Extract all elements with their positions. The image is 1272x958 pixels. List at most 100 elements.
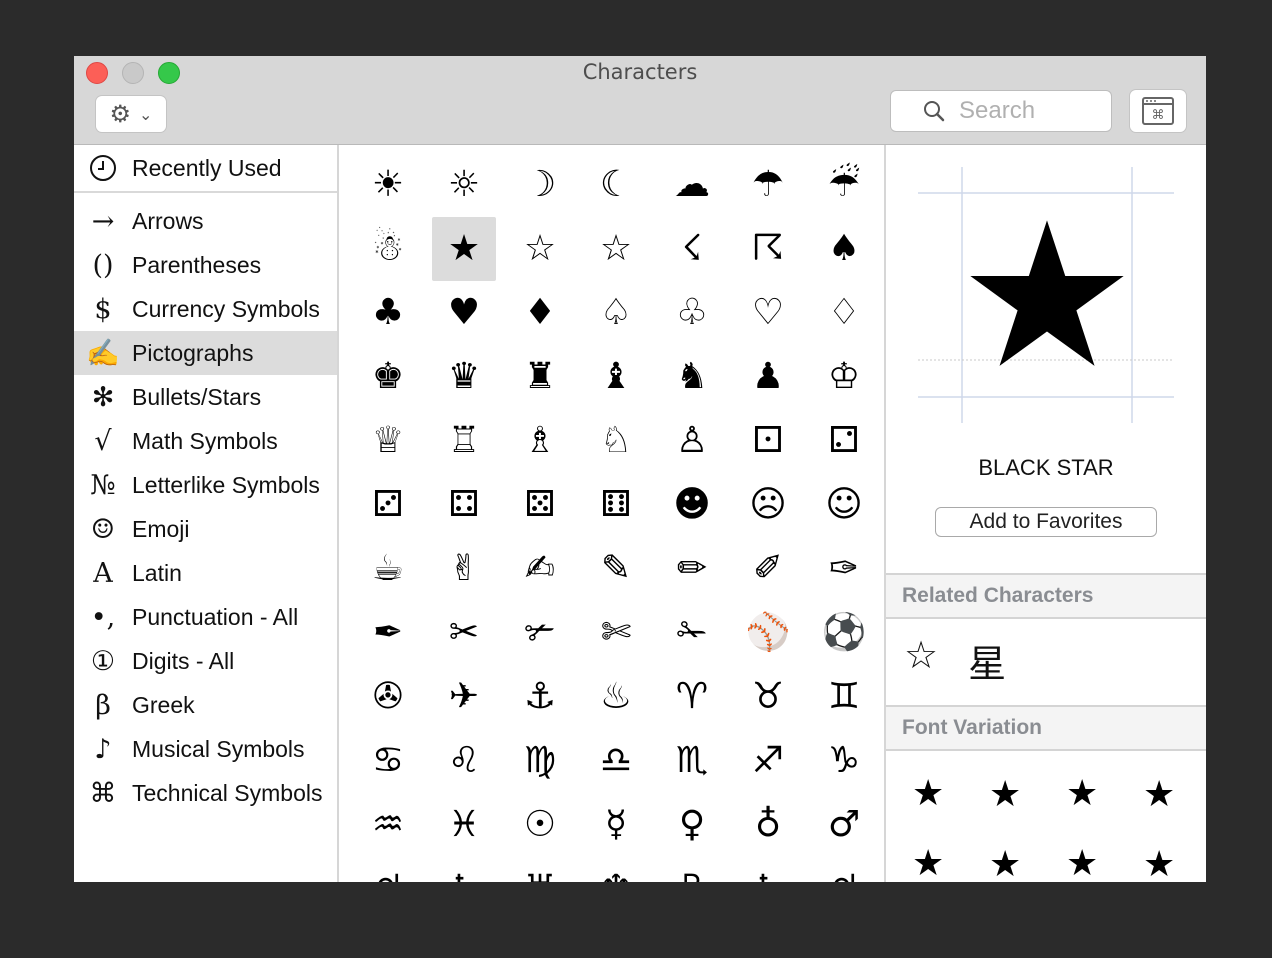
character-cell[interactable]: ♊: [812, 665, 876, 729]
character-cell[interactable]: ♡: [736, 281, 800, 345]
sidebar-item-latin[interactable]: A Latin: [74, 551, 337, 595]
sidebar-item-pictographs[interactable]: ✍ Pictographs: [74, 331, 337, 375]
related-character[interactable]: 星: [968, 633, 1006, 688]
character-cell[interactable]: ⚃: [432, 473, 496, 537]
sidebar-item-digits-all[interactable]: ① Digits - All: [74, 639, 337, 683]
character-cell[interactable]: ♄: [736, 857, 800, 883]
sidebar-item-math-symbols[interactable]: √ Math Symbols: [74, 419, 337, 463]
sidebar-item-emoji[interactable]: ☺ Emoji: [74, 507, 337, 551]
character-cell[interactable]: ☁: [660, 153, 724, 217]
character-cell[interactable]: ♉: [736, 665, 800, 729]
character-cell[interactable]: ♂: [812, 793, 876, 857]
character-cell[interactable]: ♍: [508, 729, 572, 793]
font-variation-glyph[interactable]: ★: [1143, 843, 1206, 882]
character-cell[interactable]: ♖: [432, 409, 496, 473]
character-cell[interactable]: ♦: [508, 281, 572, 345]
character-cell[interactable]: ☃: [356, 217, 420, 281]
sidebar-item-letterlike-symbols[interactable]: № Letterlike Symbols: [74, 463, 337, 507]
character-cell[interactable]: ✍: [508, 537, 572, 601]
character-cell[interactable]: ♥: [432, 281, 496, 345]
search-field[interactable]: [891, 91, 1131, 131]
character-cell[interactable]: ♟: [736, 345, 800, 409]
character-cell[interactable]: ♋: [356, 729, 420, 793]
sidebar-item-recently-used[interactable]: Recently Used: [74, 145, 337, 193]
character-cell[interactable]: ♨: [584, 665, 648, 729]
character-cell[interactable]: ♏: [660, 729, 724, 793]
character-cell[interactable]: ✁: [660, 601, 724, 665]
character-cell[interactable]: ✂: [432, 601, 496, 665]
font-variation-glyph[interactable]: ★: [912, 843, 989, 882]
character-cell[interactable]: ⚾: [736, 601, 800, 665]
sidebar-item-greek[interactable]: β Greek: [74, 683, 337, 727]
character-cell[interactable]: ♛: [432, 345, 496, 409]
character-cell[interactable]: ♅: [508, 857, 572, 883]
font-variation-glyph[interactable]: ★: [1066, 773, 1143, 815]
character-cell[interactable]: ♑: [812, 729, 876, 793]
character-cell[interactable]: ✄: [584, 601, 648, 665]
character-cell[interactable]: ♒: [356, 793, 420, 857]
character-cell[interactable]: ♓: [432, 793, 496, 857]
font-variation-glyph[interactable]: ★: [989, 773, 1066, 815]
character-cell[interactable]: ♝: [584, 345, 648, 409]
character-cell[interactable]: ♞: [660, 345, 724, 409]
character-cell[interactable]: ♁: [736, 793, 800, 857]
related-character[interactable]: ☆: [904, 633, 938, 688]
character-cell[interactable]: ✎: [584, 537, 648, 601]
character-cell[interactable]: ✇: [356, 665, 420, 729]
search-input[interactable]: [957, 96, 1131, 126]
character-cell[interactable]: ♎: [584, 729, 648, 793]
font-variation-glyph[interactable]: ★: [989, 843, 1066, 882]
character-cell[interactable]: ⚂: [356, 473, 420, 537]
character-cell[interactable]: ♐: [736, 729, 800, 793]
character-cell[interactable]: ♄: [432, 857, 496, 883]
character-cell[interactable]: ♆: [584, 857, 648, 883]
character-cell[interactable]: ♙: [660, 409, 724, 473]
character-cell[interactable]: ♤: [584, 281, 648, 345]
character-cell[interactable]: ⚁: [812, 409, 876, 473]
sidebar-item-technical-symbols[interactable]: ⌘ Technical Symbols: [74, 771, 337, 815]
character-cell[interactable]: ☀: [356, 153, 420, 217]
character-cell[interactable]: ⚅: [584, 473, 648, 537]
character-cell[interactable]: ☈: [736, 217, 800, 281]
character-cell[interactable]: ♣: [356, 281, 420, 345]
character-cell[interactable]: ☕: [356, 537, 420, 601]
character-cell[interactable]: ✐: [736, 537, 800, 601]
character-cell[interactable]: ✒: [356, 601, 420, 665]
sidebar-item-currency-symbols[interactable]: $ Currency Symbols: [74, 287, 337, 331]
action-menu-button[interactable]: ⚙ ⌄: [96, 96, 166, 132]
character-cell[interactable]: ☆: [584, 217, 648, 281]
sidebar-item-bullets-stars[interactable]: ✻ Bullets/Stars: [74, 375, 337, 419]
character-cell[interactable]: ♜: [508, 345, 572, 409]
character-cell[interactable]: ☾: [584, 153, 648, 217]
character-cell[interactable]: ✏: [660, 537, 724, 601]
character-cell[interactable]: ☉: [508, 793, 572, 857]
character-cell[interactable]: ☺: [812, 473, 876, 537]
character-cell[interactable]: ✑: [812, 537, 876, 601]
character-cell[interactable]: ☽: [508, 153, 572, 217]
keyboard-viewer-button[interactable]: ⌘: [1130, 90, 1186, 132]
character-cell[interactable]: ✃: [508, 601, 572, 665]
character-cell[interactable]: ♕: [356, 409, 420, 473]
character-cell[interactable]: ♃: [356, 857, 420, 883]
character-cell[interactable]: ♈: [660, 665, 724, 729]
add-to-favorites-button[interactable]: Add to Favorites: [935, 507, 1157, 537]
sidebar-item-parentheses[interactable]: () Parentheses: [74, 243, 337, 287]
character-cell[interactable]: ♇: [660, 857, 724, 883]
character-cell[interactable]: ⚓: [508, 665, 572, 729]
character-cell[interactable]: ♢: [812, 281, 876, 345]
character-cell[interactable]: ☇: [660, 217, 724, 281]
character-cell[interactable]: ☻: [660, 473, 724, 537]
character-cell[interactable]: ⚀: [736, 409, 800, 473]
character-cell[interactable]: ★: [432, 217, 496, 281]
character-cell[interactable]: ⚄: [508, 473, 572, 537]
character-cell[interactable]: ☹: [736, 473, 800, 537]
character-cell[interactable]: ✌: [432, 537, 496, 601]
character-cell[interactable]: ♚: [356, 345, 420, 409]
character-cell[interactable]: ♔: [812, 345, 876, 409]
character-cell[interactable]: ☂: [736, 153, 800, 217]
character-cell[interactable]: ☆: [508, 217, 572, 281]
character-cell[interactable]: ♧: [660, 281, 724, 345]
character-cell[interactable]: ♘: [584, 409, 648, 473]
font-variation-glyph[interactable]: ★: [912, 773, 989, 815]
character-cell[interactable]: ♗: [508, 409, 572, 473]
